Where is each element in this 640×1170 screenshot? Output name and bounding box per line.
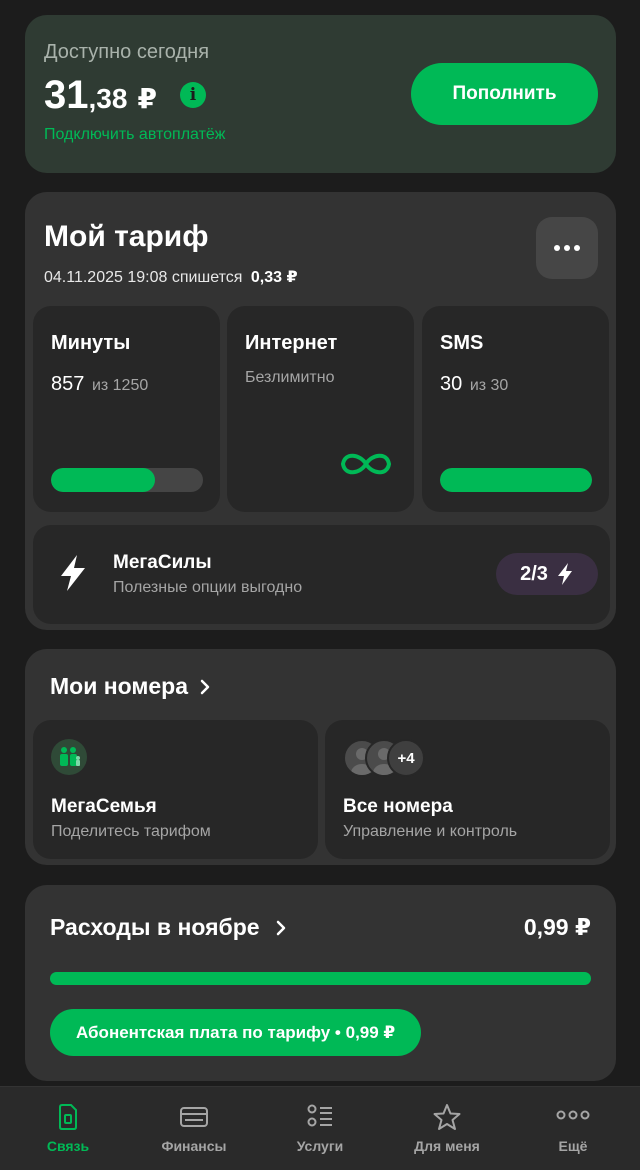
all-numbers-tile[interactable]: +4 Все номера Управление и контроль bbox=[325, 720, 610, 859]
tariff-card: Мой тариф 04.11.2025 19:08 спишется 0,33… bbox=[25, 192, 616, 630]
services-icon bbox=[307, 1104, 332, 1127]
number-avatars: +4 bbox=[343, 739, 453, 779]
balance-amount-integer: 31 bbox=[44, 73, 89, 117]
my-numbers-header[interactable]: Мои номера bbox=[50, 673, 210, 700]
internet-title: Интернет bbox=[245, 332, 338, 354]
balance-currency: ₽ bbox=[137, 83, 157, 114]
wallet-icon bbox=[180, 1107, 208, 1127]
all-numbers-title: Все номера bbox=[343, 796, 453, 817]
nav-label: Связь bbox=[46, 1138, 90, 1154]
minutes-title: Минуты bbox=[51, 332, 131, 354]
all-numbers-subtitle: Управление и контроль bbox=[343, 823, 518, 840]
megafamily-tile[interactable]: МегаСемья Поделитесь тарифом bbox=[33, 720, 318, 859]
chevron-right-icon bbox=[276, 920, 285, 935]
expenses-amount: 0,99 ₽ bbox=[523, 914, 591, 940]
topup-button[interactable]: Пополнить bbox=[411, 63, 598, 125]
lightning-icon bbox=[61, 555, 85, 591]
minutes-progress-fill bbox=[51, 468, 156, 492]
internet-value: Безлимитно bbox=[245, 369, 335, 386]
minutes-total: из 1250 bbox=[91, 377, 149, 394]
more-dots-icon bbox=[554, 245, 560, 251]
sms-value-line: 30 из 30 bbox=[440, 373, 508, 396]
tariff-more-button[interactable] bbox=[536, 217, 598, 279]
infinity-icon bbox=[340, 453, 392, 475]
tariff-charge-date: 04.11.2025 19:08 спишется bbox=[44, 269, 243, 286]
nav-for-me[interactable]: Для меня bbox=[383, 1087, 511, 1170]
megasily-badge: 2/3 bbox=[496, 553, 598, 595]
megasily-subtitle: Полезные опции выгодно bbox=[113, 579, 303, 596]
chevron-right-icon bbox=[200, 679, 210, 694]
expenses-header[interactable]: Расходы в ноябре bbox=[50, 914, 286, 941]
my-numbers-title: Мои номера bbox=[50, 673, 189, 699]
sms-value: 30 bbox=[440, 373, 463, 395]
nav-finance[interactable]: Финансы bbox=[130, 1087, 258, 1170]
sms-tile[interactable]: SMS 30 из 30 bbox=[422, 306, 609, 512]
sms-progress-bar bbox=[440, 468, 592, 492]
nav-label: Финансы bbox=[161, 1138, 227, 1154]
minutes-tile[interactable]: Минуты 857 из 1250 bbox=[33, 306, 220, 512]
bottom-navigation: Связь Финансы Услуги Для меня Ещё bbox=[0, 1086, 640, 1170]
tariff-title: Мой тариф bbox=[44, 220, 209, 253]
megafamily-title: МегаСемья bbox=[51, 796, 157, 817]
megasily-row[interactable]: МегаСилы Полезные опции выгодно 2/3 bbox=[33, 525, 610, 624]
nav-label: Для меня bbox=[414, 1138, 480, 1154]
balance-amount-decimal: ,38 bbox=[88, 83, 128, 114]
sim-icon bbox=[59, 1104, 77, 1130]
extra-numbers-count: +4 bbox=[387, 739, 425, 777]
nav-services[interactable]: Услуги bbox=[256, 1087, 384, 1170]
subscription-fee-chip[interactable]: Абонентская плата по тарифу • 0,99 ₽ bbox=[50, 1009, 422, 1056]
minutes-value: 857 bbox=[51, 373, 85, 395]
minutes-progress-bar bbox=[51, 468, 203, 492]
sms-total: из 30 bbox=[469, 377, 509, 394]
more-icon bbox=[556, 1110, 590, 1120]
more-dot bbox=[574, 245, 580, 251]
star-icon bbox=[433, 1104, 461, 1130]
balance-label: Доступно сегодня bbox=[44, 41, 210, 63]
nav-label: Услуги bbox=[296, 1138, 344, 1154]
lightning-small-icon bbox=[557, 563, 572, 585]
tariff-charge-amount: 0,33 ₽ bbox=[250, 269, 298, 286]
balance-amount: 31 ,38 ₽ bbox=[44, 73, 157, 118]
nav-label: Ещё bbox=[558, 1138, 588, 1154]
more-dot bbox=[564, 245, 570, 251]
my-numbers-card: Мои номера МегаСемья Поделитесь тарифом bbox=[25, 649, 616, 865]
tariff-charge-info: 04.11.2025 19:08 спишется 0,33 ₽ bbox=[44, 267, 298, 287]
megafamily-subtitle: Поделитесь тарифом bbox=[51, 823, 211, 840]
balance-card: Доступно сегодня 31 ,38 ₽ i Подключить а… bbox=[25, 15, 616, 173]
internet-tile[interactable]: Интернет Безлимитно bbox=[227, 306, 414, 512]
megasily-title: МегаСилы bbox=[113, 552, 212, 573]
expenses-card: Расходы в ноябре 0,99 ₽ Абонентская плат… bbox=[25, 885, 616, 1081]
megasily-count: 2/3 bbox=[520, 562, 548, 585]
sms-progress-fill bbox=[440, 468, 592, 492]
minutes-value-line: 857 из 1250 bbox=[51, 373, 148, 396]
nav-svyaz[interactable]: Связь bbox=[4, 1087, 132, 1170]
nav-more[interactable]: Ещё bbox=[509, 1087, 637, 1170]
sms-title: SMS bbox=[440, 332, 484, 354]
expenses-title: Расходы в ноябре bbox=[50, 914, 260, 940]
family-icon bbox=[51, 739, 87, 775]
info-icon[interactable]: i bbox=[180, 82, 206, 108]
expenses-progress-bar bbox=[50, 972, 591, 985]
autopay-link[interactable]: Подключить автоплатёж bbox=[44, 126, 226, 144]
